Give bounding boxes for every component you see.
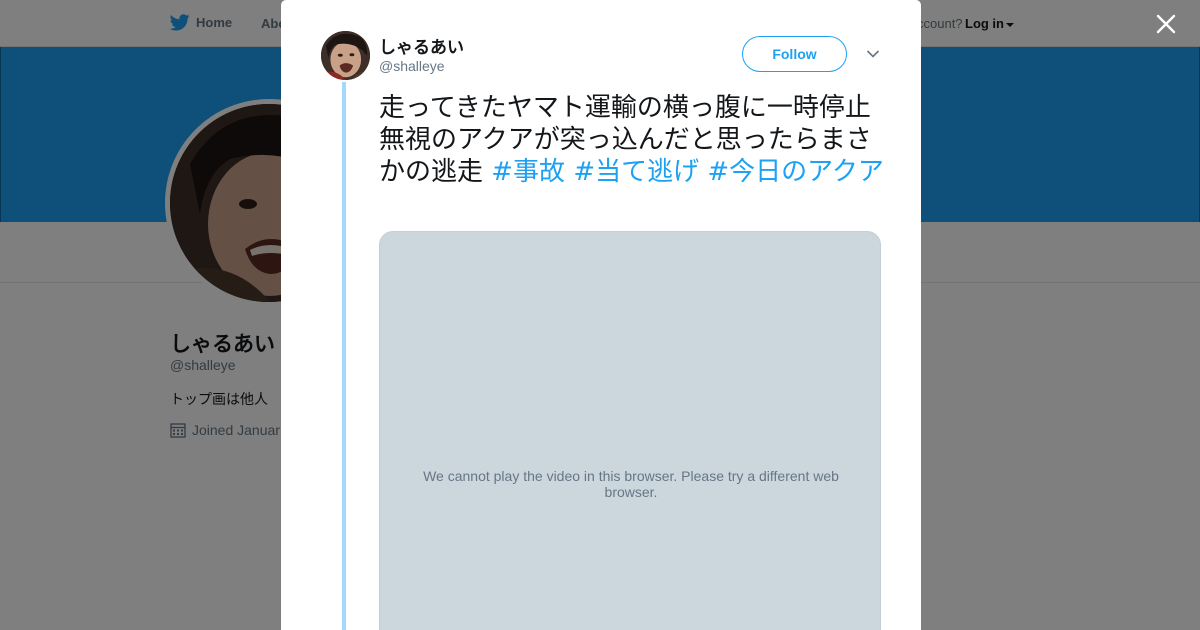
hashtag-link[interactable]: #事故 (491, 157, 565, 187)
tweet-modal: しゃるあい @shalleye Follow 走ってきたヤマト運輸の横っ腹に一時… (281, 0, 921, 630)
tweet-text: 走ってきたヤマト運輸の横っ腹に一時停止無視のアクアが突っ込んだと思ったらまさかの… (379, 92, 889, 188)
hashtag-link[interactable]: #今日のアクア (707, 157, 884, 187)
hashtag-link[interactable]: #当て逃げ (573, 157, 699, 187)
author-avatar[interactable] (321, 31, 370, 80)
author-handle[interactable]: @shalleye (379, 58, 445, 74)
video-unsupported-message: We cannot play the video in this browser… (423, 468, 839, 500)
thread-line (342, 82, 346, 630)
follow-button[interactable]: Follow (742, 36, 847, 72)
chevron-down-icon[interactable] (866, 49, 880, 59)
avatar-face-illustration (321, 31, 370, 80)
close-icon[interactable] (1154, 12, 1178, 36)
video-player[interactable]: We cannot play the video in this browser… (379, 231, 881, 630)
author-name[interactable]: しゃるあい (379, 33, 464, 58)
